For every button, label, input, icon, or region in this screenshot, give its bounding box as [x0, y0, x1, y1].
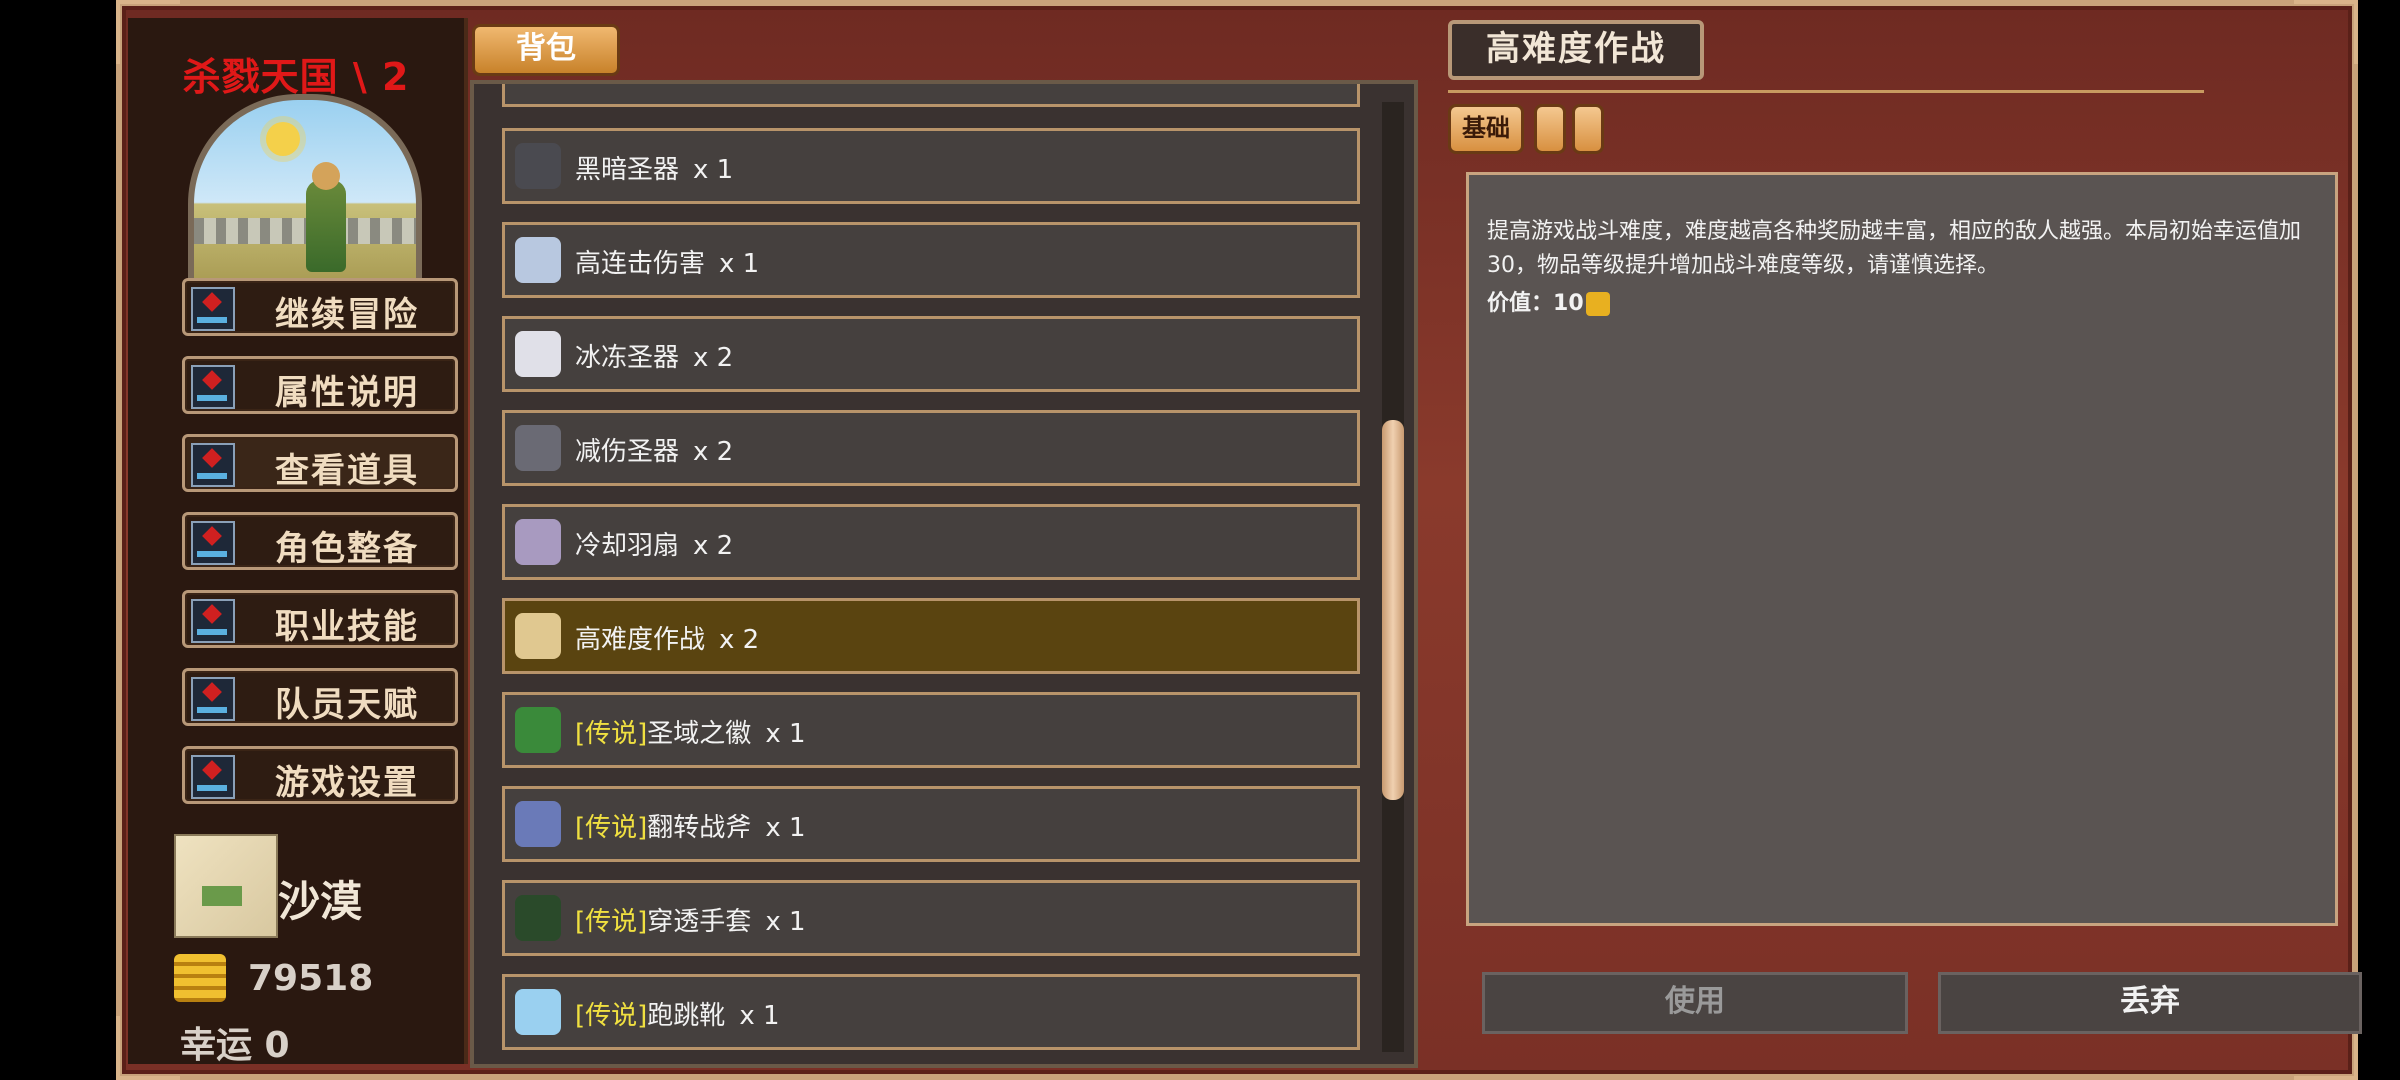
- scroll-icon: [515, 613, 561, 659]
- inventory-item[interactable]: [传说]圣域之徽 x 1: [502, 692, 1360, 768]
- value-amount: 10: [1553, 291, 1584, 316]
- class-skills-button[interactable]: 职业技能: [182, 590, 458, 648]
- item-name: 冷却羽扇: [575, 531, 680, 561]
- list-item-partial: [502, 84, 1360, 107]
- item-name: 高难度作战: [575, 625, 706, 655]
- settings-icon: [191, 755, 235, 799]
- inventory-scrollbar-thumb[interactable]: [1382, 420, 1404, 800]
- item-count: x 1: [765, 907, 806, 937]
- dark-relic-icon: [515, 143, 561, 189]
- items-icon: [191, 443, 235, 487]
- talents-icon: [191, 677, 235, 721]
- item-count: x 1: [739, 1001, 780, 1031]
- inventory-item[interactable]: 减伤圣器 x 2: [502, 410, 1360, 486]
- gold-coin-icon: [1585, 292, 1610, 316]
- item-count: x 1: [765, 813, 806, 843]
- item-count: x 2: [719, 625, 760, 655]
- item-name: 高连击伤害: [575, 249, 706, 279]
- hero-portrait: [188, 94, 422, 292]
- item-count: x 1: [693, 155, 734, 185]
- attribute-icon: [191, 365, 235, 409]
- character-equip-button[interactable]: 角色整备: [182, 512, 458, 570]
- cooldown-fan-icon: [515, 519, 561, 565]
- item-count: x 2: [693, 531, 734, 561]
- combo-damage-icon: [515, 237, 561, 283]
- item-description-panel: 提高游戏战斗难度，难度越高各种奖励越丰富，相应的敌人越强。本局初始幸运值加30，…: [1466, 172, 2338, 926]
- inventory-item[interactable]: 高连击伤害 x 1: [502, 222, 1360, 298]
- hero-sprite: [306, 162, 346, 272]
- fence-decoration: [194, 218, 416, 244]
- item-count: x 2: [693, 437, 734, 467]
- gold-amount: 79518: [248, 958, 374, 999]
- tab-extra-1[interactable]: [1534, 104, 1566, 154]
- continue-adventure-button[interactable]: 继续冒险: [182, 278, 458, 336]
- view-items-button[interactable]: 查看道具: [182, 434, 458, 492]
- frame-corner-ornament: [2294, 0, 2358, 64]
- item-rarity-tag: [传说]: [575, 907, 648, 937]
- inventory-item-selected[interactable]: 高难度作战 x 2: [502, 598, 1360, 674]
- item-count: x 2: [693, 343, 734, 373]
- attribute-info-button[interactable]: 属性说明: [182, 356, 458, 414]
- item-name: 翻转战斧: [647, 813, 752, 843]
- value-label: 价值：: [1487, 291, 1554, 316]
- gold-coins-icon: [174, 954, 226, 1002]
- discard-button[interactable]: 丢弃: [1938, 972, 2362, 1034]
- item-name: 穿透手套: [647, 907, 752, 937]
- main-menu-sidebar: 杀戮天国 \ 2 继续冒险 属性说明 查看道具 角色整备 职业技能 队员天赋 游…: [128, 18, 468, 1066]
- member-talents-button[interactable]: 队员天赋: [182, 668, 458, 726]
- game-title: 杀戮天国 \ 2: [182, 55, 410, 99]
- gauntlet-icon: [515, 895, 561, 941]
- zone-name: 沙漠: [278, 877, 363, 926]
- damage-reduction-relic-icon: [515, 425, 561, 471]
- inventory-item[interactable]: 黑暗圣器 x 1: [502, 128, 1360, 204]
- sun-icon: [266, 122, 300, 156]
- item-rarity-tag: [传说]: [575, 719, 648, 749]
- tab-base[interactable]: 基础: [1448, 104, 1524, 154]
- item-rarity-tag: [传说]: [575, 813, 648, 843]
- item-name: 减伤圣器: [575, 437, 680, 467]
- item-name: 跑跳靴: [647, 1001, 726, 1031]
- item-rarity-tag: [传说]: [575, 1001, 648, 1031]
- amulet-icon: [515, 707, 561, 753]
- boots-icon: [515, 989, 561, 1035]
- game-settings-button[interactable]: 游戏设置: [182, 746, 458, 804]
- zone-map-thumbnail: [174, 834, 278, 938]
- title-divider: [1448, 90, 2204, 93]
- item-count: x 1: [719, 249, 760, 279]
- item-name: 黑暗圣器: [575, 155, 680, 185]
- backpack-tab[interactable]: 背包: [472, 24, 620, 76]
- inventory-item[interactable]: [传说]穿透手套 x 1: [502, 880, 1360, 956]
- inventory-item[interactable]: 冷却羽扇 x 2: [502, 504, 1360, 580]
- inventory-item[interactable]: 冰冻圣器 x 2: [502, 316, 1360, 392]
- use-button[interactable]: 使用: [1482, 972, 1908, 1034]
- skills-icon: [191, 599, 235, 643]
- adventure-icon: [191, 287, 235, 331]
- luck-value: 幸运 0: [180, 1025, 290, 1066]
- inventory-panel: 黑暗圣器 x 1 高连击伤害 x 1 冰冻圣器 x 2 减伤圣器 x 2 冷却羽扇 x 2…: [470, 80, 1418, 1068]
- frost-relic-icon: [515, 331, 561, 377]
- inventory-item[interactable]: [传说]跑跳靴 x 1: [502, 974, 1360, 1050]
- item-value: 价值：10: [1487, 285, 1610, 317]
- tab-extra-2[interactable]: [1572, 104, 1604, 154]
- item-detail-title: 高难度作战: [1448, 20, 1704, 80]
- inventory-item[interactable]: [传说]翻转战斧 x 1: [502, 786, 1360, 862]
- item-description: 提高游戏战斗难度，难度越高各种奖励越丰富，相应的敌人越强。本局初始幸运值加30，…: [1487, 219, 2302, 278]
- battle-axe-icon: [515, 801, 561, 847]
- item-name: 冰冻圣器: [575, 343, 680, 373]
- equip-icon: [191, 521, 235, 565]
- item-count: x 1: [765, 719, 806, 749]
- item-name: 圣域之徽: [647, 719, 752, 749]
